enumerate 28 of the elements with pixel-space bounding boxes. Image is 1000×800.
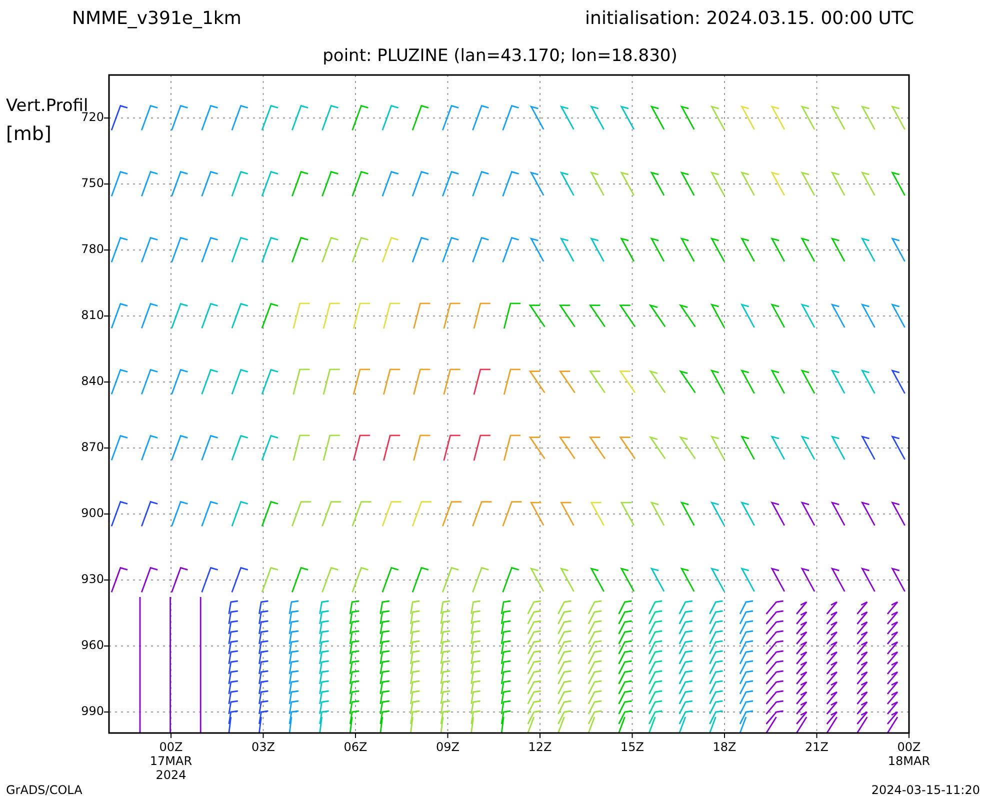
x-tick-label: 18Z [712, 740, 736, 754]
x-tick-label: 18MAR [888, 754, 930, 768]
x-tick-label: 2024 [156, 768, 186, 782]
footer-credit: GrADS/COLA [6, 783, 82, 797]
x-tick-label: 06Z [344, 740, 368, 754]
y-tick-label: 930 [80, 572, 104, 586]
y-tick-label: 870 [80, 440, 104, 454]
x-tick-label: 21Z [805, 740, 828, 754]
y-tick-label: 750 [80, 176, 104, 190]
footer-timestamp: 2024-03-15-11:20 [871, 783, 980, 797]
y-tick-label: 900 [80, 506, 104, 520]
y-tick-label: 720 [81, 110, 104, 124]
initialisation-time: initialisation: 2024.03.15. 00:00 UTC [585, 8, 914, 29]
x-tick-label: 00Z [897, 740, 921, 754]
y-tick-label: 810 [80, 308, 104, 322]
x-tick-label: 15Z [620, 740, 644, 754]
point-title: point: PLUZINE (lan=43.170; lon=18.830) [322, 46, 678, 66]
x-tick-label: 09Z [436, 740, 460, 754]
x-tick-label: 03Z [252, 740, 275, 754]
y-tick-label: 780 [80, 242, 104, 256]
model-name: NMME_v391e_1km [72, 8, 242, 29]
y-tick-label: 960 [80, 638, 104, 652]
x-tick-label: 00Z [159, 740, 183, 754]
y-tick-label: 990 [80, 704, 104, 718]
x-tick-label: 17MAR [150, 754, 192, 768]
axis-title: [mb] [6, 122, 52, 147]
y-tick-label: 840 [80, 374, 104, 388]
x-tick-label: 12Z [528, 740, 552, 754]
